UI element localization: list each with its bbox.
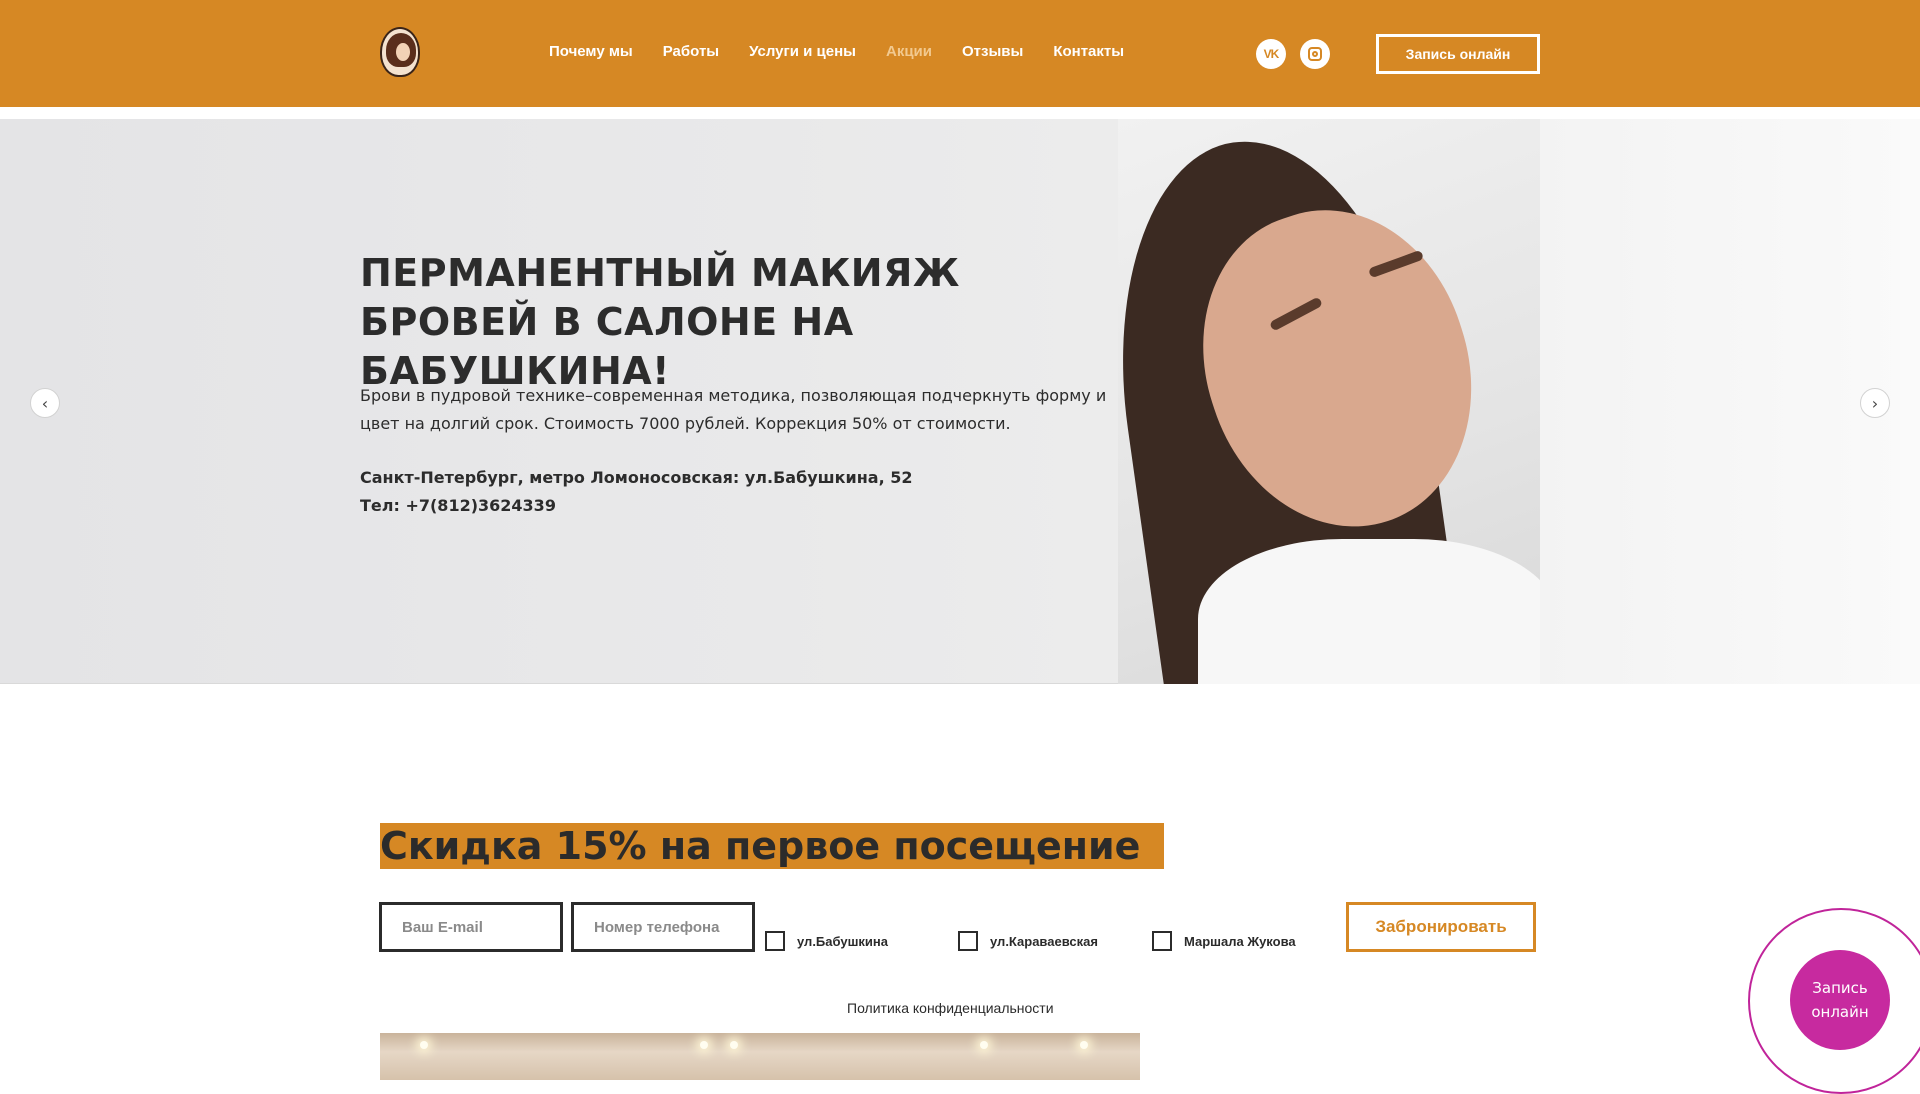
location-checkbox-zhukova[interactable]: Маршала Жукова (1152, 931, 1296, 951)
hero-address: Санкт-Петербург, метро Ломоносовская: ул… (360, 468, 913, 487)
nav-contacts[interactable]: Контакты (1053, 43, 1124, 60)
checkbox-box[interactable] (765, 931, 785, 951)
chevron-right-icon: › (1871, 393, 1879, 413)
chevron-left-icon: ‹ (41, 393, 49, 413)
phone-field[interactable] (571, 902, 755, 952)
promo-title: Скидка 15% на первое посещение (380, 823, 1165, 869)
hero-description: Брови в пудровой технике–современная мет… (360, 386, 1107, 433)
checkbox-label: ул.Бабушкина (797, 933, 889, 949)
floating-book-online-button[interactable]: Запись онлайн (1790, 950, 1890, 1050)
photo-lamp (980, 1041, 988, 1049)
location-checkbox-babushkina[interactable]: ул.Бабушкина (765, 931, 888, 951)
hero-title: ПЕРМАНЕНТНЫЙ МАКИЯЖ БРОВЕЙ В САЛОНЕ НА Б… (360, 251, 960, 393)
instagram-icon[interactable] (1300, 39, 1330, 69)
hero-phone: Тел: +7(812)3624339 (360, 496, 556, 515)
main-nav: Почему мы Работы Услуги и цены Акции Отз… (549, 43, 1154, 60)
checkbox-label: Маршала Жукова (1184, 933, 1296, 949)
vk-glyph: VK (1263, 47, 1280, 61)
location-checkbox-karavaevskaya[interactable]: ул.Караваевская (958, 931, 1098, 951)
instagram-glyph (1308, 47, 1322, 61)
book-button[interactable]: Забронировать (1346, 902, 1536, 952)
hero-slider: ПЕРМАНЕНТНЫЙ МАКИЯЖ БРОВЕЙ В САЛОНЕ НА Б… (0, 119, 1920, 684)
privacy-policy-link[interactable]: Политика конфиденциальности (847, 1000, 1054, 1016)
slider-next-button[interactable]: › (1860, 388, 1890, 418)
vk-icon[interactable]: VK (1256, 39, 1286, 69)
nav-why-us[interactable]: Почему мы (549, 43, 633, 60)
email-field[interactable] (379, 902, 563, 952)
header-book-online-button[interactable]: Запись онлайн (1376, 34, 1540, 74)
site-header: Почему мы Работы Услуги и цены Акции Отз… (0, 0, 1920, 107)
salon-interior-photo (380, 1033, 1140, 1080)
nav-promotions[interactable]: Акции (886, 43, 932, 60)
photo-lamp (700, 1041, 708, 1049)
hero-model-photo (1118, 119, 1540, 684)
checkbox-box[interactable] (958, 931, 978, 951)
photo-shirt (1198, 539, 1540, 684)
nav-works[interactable]: Работы (663, 43, 719, 60)
checkbox-box[interactable] (1152, 931, 1172, 951)
nav-reviews[interactable]: Отзывы (962, 43, 1023, 60)
checkbox-label: ул.Караваевская (990, 933, 1098, 949)
logo-face (396, 43, 410, 61)
photo-lamp (730, 1041, 738, 1049)
photo-lamp (1080, 1041, 1088, 1049)
photo-lamp (420, 1041, 428, 1049)
slider-prev-button[interactable]: ‹ (30, 388, 60, 418)
salon-logo[interactable] (380, 27, 420, 77)
nav-services-prices[interactable]: Услуги и цены (749, 43, 856, 60)
hero-contacts: Санкт-Петербург, метро Ломоносовская: ул… (360, 464, 1120, 520)
